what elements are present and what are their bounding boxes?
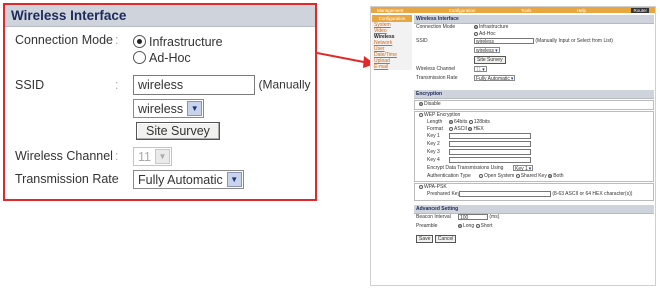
key1-input[interactable] <box>449 133 531 139</box>
dropdown-arrow-icon[interactable]: ▼ <box>154 149 170 164</box>
ssid-label: SSID <box>15 78 45 92</box>
channel-label: Wireless Channel <box>15 149 113 163</box>
zoom-callout: Wireless Interface Connection Mode : Inf… <box>3 3 317 201</box>
nav-tools[interactable]: Tools <box>521 8 532 13</box>
dropdown-arrow-icon[interactable]: ▼ <box>226 172 242 187</box>
radio-unselected-icon[interactable] <box>474 31 478 36</box>
main-panel: Wireless Interface Connection Mode Infra… <box>414 15 654 245</box>
beacon-input[interactable]: 100 <box>458 214 488 221</box>
small-mode-adhoc[interactable]: Ad-Hoc <box>474 31 496 37</box>
radio-unselected-icon[interactable] <box>419 184 423 189</box>
sidebar-title: Configuration <box>372 15 412 22</box>
radio-unselected-icon[interactable] <box>419 112 423 117</box>
small-rate-select[interactable]: Fully Automatic <box>474 75 516 82</box>
radio-unselected-icon[interactable] <box>133 51 146 64</box>
enc-wpa-option[interactable]: WPA-PSK <box>419 184 447 190</box>
enc-disable-option[interactable]: Disable <box>419 101 441 107</box>
small-site-survey-button[interactable]: Site Survey <box>474 56 506 64</box>
sidebar: Configuration System Video Wireless Netw… <box>372 15 412 70</box>
ssid-select[interactable]: wireless ▼ <box>133 99 205 118</box>
advanced-section-title: Advanced Setting <box>414 205 654 214</box>
web-config-screenshot: Management Configuration Tools Help Rout… <box>370 6 656 286</box>
save-button[interactable]: Save <box>416 235 434 243</box>
small-mode-infrastructure[interactable]: Infrastructure <box>474 24 508 30</box>
nav-configuration[interactable]: Configuration <box>449 8 476 13</box>
rate-select[interactable]: Fully Automatic ▼ <box>133 170 244 189</box>
section-title: Wireless Interface <box>5 5 315 27</box>
key3-input[interactable] <box>449 149 531 155</box>
channel-select[interactable]: 11 ▼ <box>133 147 172 166</box>
key4-input[interactable] <box>449 157 531 163</box>
site-survey-button[interactable]: Site Survey <box>136 122 220 140</box>
nav-router[interactable]: Router <box>631 7 649 13</box>
wireless-section-title: Wireless Interface <box>414 15 654 24</box>
small-ssid-hint: (Manually Input or Select from List) <box>535 38 613 45</box>
enc-wep-option[interactable]: WEP Encryption <box>419 112 460 118</box>
small-ssid-select[interactable]: wireless <box>474 47 500 54</box>
top-nav: Management Configuration Tools Help Rout… <box>371 7 655 13</box>
radio-selected-icon[interactable] <box>419 101 423 106</box>
rate-label: Transmission Rate <box>15 172 119 186</box>
ssid-hint: (Manually Inp <box>258 77 317 92</box>
mode-infrastructure-option[interactable]: Infrastructure <box>133 35 223 49</box>
small-channel-select[interactable]: 11 <box>474 66 487 73</box>
connection-mode-label: Connection Mode <box>15 33 113 47</box>
small-ssid-input[interactable]: wireless <box>474 38 534 45</box>
encryption-panel: Disable WEP Encryption Length 64bits 128… <box>414 100 654 201</box>
radio-selected-icon[interactable] <box>133 35 146 48</box>
encryption-section-title: Encryption <box>414 90 654 99</box>
nav-help[interactable]: Help <box>577 8 586 13</box>
key-select[interactable]: Key 1 <box>513 165 534 172</box>
key2-input[interactable] <box>449 141 531 147</box>
psk-input[interactable] <box>459 191 551 197</box>
callout-arrow-icon <box>317 52 375 68</box>
cancel-button[interactable]: Cancel <box>434 235 457 243</box>
sidebar-item-email[interactable]: E-mail <box>372 64 412 70</box>
radio-selected-icon[interactable] <box>474 24 478 29</box>
ssid-input[interactable]: wireless <box>133 75 255 95</box>
dropdown-arrow-icon[interactable]: ▼ <box>187 101 203 116</box>
mode-adhoc-option[interactable]: Ad-Hoc <box>133 51 191 65</box>
nav-management[interactable]: Management <box>377 8 403 13</box>
